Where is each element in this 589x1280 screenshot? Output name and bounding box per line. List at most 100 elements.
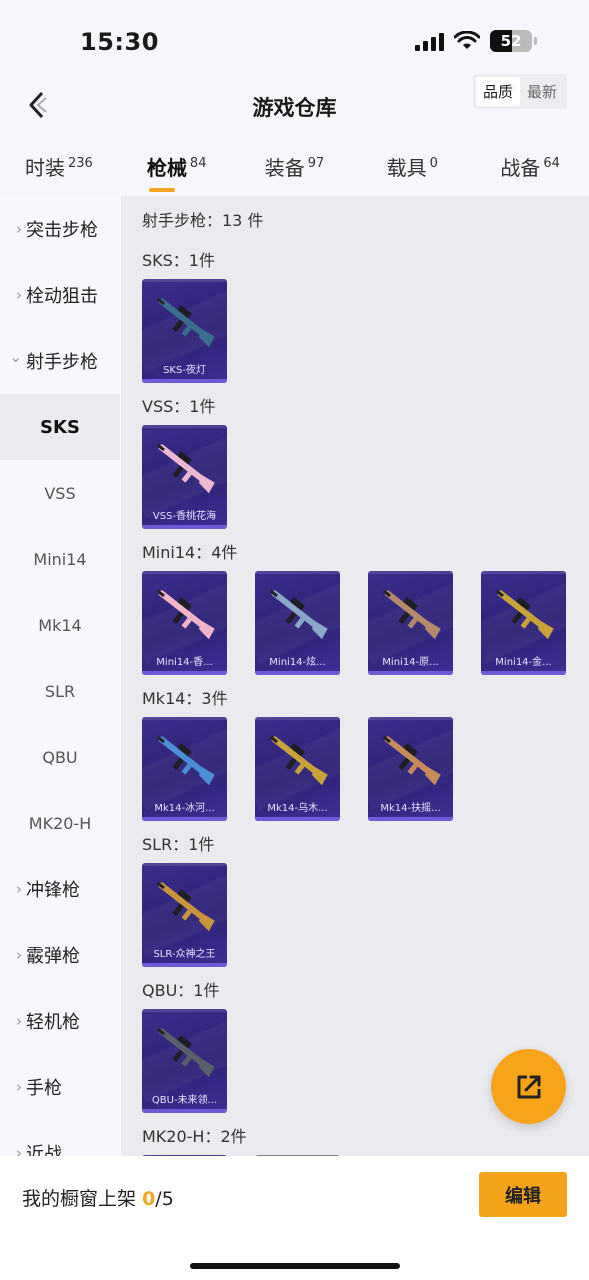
sidebar-group-item[interactable]: › 轻机枪	[0, 988, 120, 1054]
sidebar-item-qbu[interactable]: QBU	[0, 724, 120, 790]
weapon-name: VSS-香桃花海	[152, 511, 217, 522]
weapon-card[interactable]: SKS-夜灯	[142, 279, 227, 383]
wifi-icon	[454, 31, 480, 49]
home-indicator[interactable]	[190, 1263, 400, 1269]
tab-count: 236	[67, 156, 93, 171]
sidebar-item-label: 霰弹枪	[26, 946, 80, 967]
active-tab-indicator	[148, 188, 175, 192]
sidebar-group-item[interactable]: › 手枪	[0, 1054, 120, 1120]
battery-icon: 52	[490, 30, 532, 52]
section-heading: QBU：1件	[142, 981, 220, 1000]
tab-label: 枪械	[146, 156, 187, 180]
sidebar-item-mk20-h[interactable]: MK20-H	[0, 790, 120, 856]
rifle-icon	[382, 589, 441, 640]
rifle-icon	[269, 735, 328, 786]
sidebar-group-item[interactable]: ⌄ 射手步枪	[0, 328, 120, 394]
share-external-icon	[517, 1075, 540, 1098]
weapon-name: Mk14-扶摇...	[380, 803, 441, 814]
weapon-card[interactable]: Mini14-香...	[142, 571, 227, 675]
showcase-current-count: 0	[142, 1188, 156, 1210]
sidebar-item-vss[interactable]: VSS	[0, 460, 120, 526]
rifle-icon	[156, 735, 215, 786]
rifle-icon	[156, 443, 215, 494]
weapon-card[interactable]: VSS-香桃花海	[142, 425, 227, 529]
sidebar-group-item[interactable]: › 突击步枪	[0, 196, 120, 262]
rarity-bar	[368, 817, 453, 821]
sidebar-item-label: 射手步枪	[26, 352, 98, 373]
sidebar-group-item[interactable]: › 栓动狙击	[0, 262, 120, 328]
weapon-name: Mini14-炫...	[269, 657, 326, 668]
section-heading: MK20-H：2件	[142, 1127, 247, 1146]
showcase-total: /5	[155, 1188, 174, 1210]
rarity-bar	[142, 671, 227, 675]
sidebar-group-item[interactable]: › 霰弹枪	[0, 922, 120, 988]
chevron-right-icon: ›	[16, 946, 22, 964]
weapon-card[interactable]: SLR-众神之王	[142, 863, 227, 967]
chevron-right-icon: ›	[16, 880, 22, 898]
rifle-icon	[382, 735, 441, 786]
section-heading: 射手步枪：13 件	[142, 211, 264, 230]
tab-label: 载具	[386, 156, 427, 180]
sidebar-group-item[interactable]: › 冲锋枪	[0, 856, 120, 922]
weapon-card[interactable]: QBU-未来领...	[142, 1009, 227, 1113]
weapon-card[interactable]: Mk14-冰河...	[142, 717, 227, 821]
rifle-icon	[156, 1027, 215, 1078]
sidebar-item-mini14[interactable]: Mini14	[0, 526, 120, 592]
sidebar-item-sks[interactable]: SKS	[0, 394, 120, 460]
tab-count: 97	[307, 156, 325, 171]
rarity-bar	[368, 671, 453, 675]
tab-vehicles[interactable]: 载具 0	[353, 142, 471, 196]
section-heading: SKS：1件	[142, 251, 215, 270]
chevron-right-icon: ›	[16, 286, 22, 304]
showcase-label: 我的橱窗上架	[22, 1188, 137, 1210]
showcase-status: 我的橱窗上架 0/5	[22, 1184, 174, 1211]
tab-count: 0	[429, 156, 438, 171]
rifle-icon	[156, 297, 215, 348]
tab-count: 84	[189, 156, 207, 171]
weapon-name: Mk14-冰河...	[154, 803, 215, 814]
tab-label: 战备	[500, 156, 541, 180]
chevron-right-icon: ›	[16, 220, 22, 238]
weapon-name: Mini14-原...	[382, 657, 439, 668]
sort-option-quality[interactable]: 品质	[475, 77, 520, 106]
status-time: 15:30	[80, 28, 159, 56]
category-tabs: 时装 236 枪械 84 装备 97 载具 0 战备 64	[0, 142, 589, 196]
tab-supplies[interactable]: 战备 64	[471, 142, 589, 196]
status-bar: 15:30 52	[0, 0, 589, 80]
sidebar-item-slr[interactable]: SLR	[0, 658, 120, 724]
tab-equipment[interactable]: 装备 97	[236, 142, 354, 196]
sidebar-item-label: 栓动狙击	[26, 286, 98, 307]
sidebar-item-mk14[interactable]: Mk14	[0, 592, 120, 658]
tab-fashion[interactable]: 时装 236	[0, 142, 118, 196]
rarity-bar	[142, 525, 227, 529]
tab-firearms[interactable]: 枪械 84	[118, 142, 236, 196]
sort-toggle: 品质 最新	[472, 74, 567, 109]
sort-option-newest[interactable]: 最新	[520, 77, 564, 106]
weapon-card[interactable]: Mini14-炫...	[255, 571, 340, 675]
sidebar-item-label: 冲锋枪	[26, 880, 80, 901]
weapon-card[interactable]: Mini14-金...	[481, 571, 566, 675]
share-button[interactable]	[491, 1049, 566, 1124]
tab-label: 装备	[264, 156, 305, 180]
weapon-card[interactable]: Mk14-扶摇...	[368, 717, 453, 821]
chevron-right-icon: ›	[16, 1012, 22, 1030]
weapon-category-sidebar: › 突击步枪 › 栓动狙击 ⌄ 射手步枪 SKS VSS Mini14 Mk14 SLR QBU MK2…	[0, 196, 120, 1156]
rarity-bar	[142, 963, 227, 967]
weapon-card[interactable]: Mini14-原...	[368, 571, 453, 675]
weapon-grid: 射手步枪：13 件 SKS：1件 SKS-夜灯 VSS：1件 VSS-香桃花海 Mini1…	[121, 196, 589, 1156]
sidebar-group-item[interactable]: › 近战	[0, 1120, 120, 1156]
tab-count: 64	[543, 156, 560, 171]
tab-label: 时装	[24, 156, 65, 180]
edit-button[interactable]: 编辑	[479, 1172, 567, 1217]
rarity-bar	[481, 671, 566, 675]
rarity-bar	[255, 671, 340, 675]
header: 游戏仓库 品质 最新	[0, 74, 589, 136]
rifle-icon	[156, 881, 215, 932]
weapon-card[interactable]: Mk14-乌木...	[255, 717, 340, 821]
weapon-name: SKS-夜灯	[163, 365, 206, 376]
rifle-icon	[269, 589, 328, 640]
rarity-bar	[142, 1109, 227, 1113]
rarity-bar	[142, 817, 227, 821]
sidebar-item-label: 轻机枪	[26, 1012, 80, 1033]
section-heading: VSS：1件	[142, 397, 216, 416]
